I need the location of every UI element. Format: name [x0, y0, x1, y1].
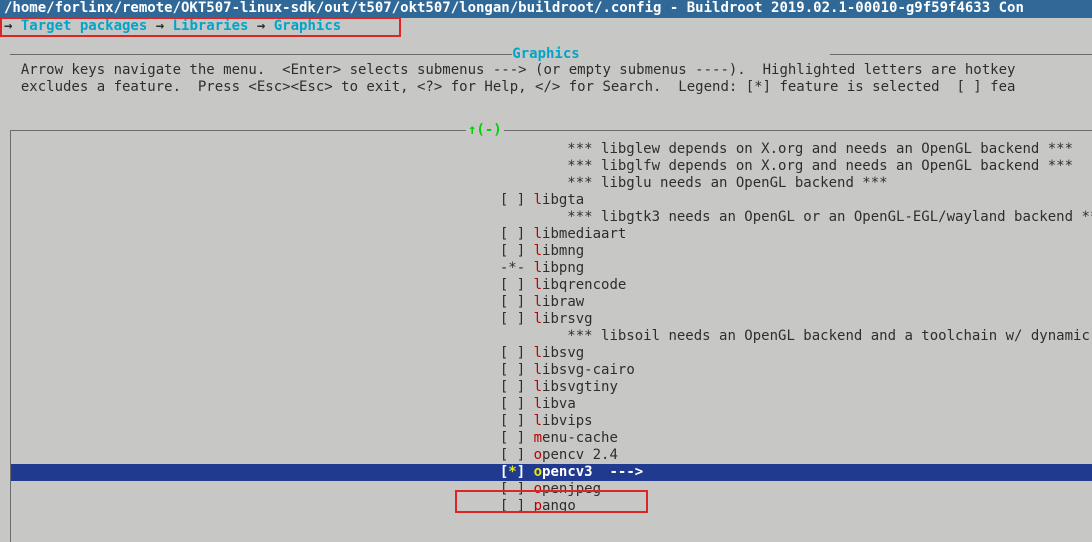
arrow-right-icon: → — [4, 18, 21, 34]
breadcrumb: → Target packages → Libraries → Graphics — [4, 18, 341, 35]
menu-list[interactable]: *** libglew depends on X.org and needs a… — [11, 141, 1092, 515]
scroll-up-indicator: ↑(-) — [466, 122, 504, 139]
menu-info-line: *** libsoil needs an OpenGL backend and … — [11, 328, 1092, 345]
breadcrumb-item: Target packages — [21, 18, 147, 34]
menu-info-line: *** libglfw depends on X.org and needs a… — [11, 158, 1092, 175]
menu-item[interactable]: [ ] librsvg — [11, 311, 1092, 328]
section-frame: Graphics Arrow keys navigate the menu. <… — [0, 46, 1092, 96]
section-title: Graphics — [0, 46, 1092, 63]
breadcrumb-item: Graphics — [274, 18, 341, 34]
breadcrumb-row: → Target packages → Libraries → Graphics — [0, 18, 1092, 36]
menu-content: ↑(-) *** libglew depends on X.org and ne… — [10, 130, 1092, 542]
window-titlebar: /home/forlinx/remote/OKT507-linux-sdk/ou… — [0, 0, 1092, 18]
menu-item[interactable]: [ ] libqrencode — [11, 277, 1092, 294]
menu-item[interactable]: [ ] libsvg — [11, 345, 1092, 362]
menu-item[interactable]: [ ] pango — [11, 498, 1092, 515]
breadcrumb-item: Libraries — [173, 18, 249, 34]
menu-item[interactable]: [*] opencv3 ---> — [11, 464, 1092, 481]
menu-item[interactable]: [ ] openjpeg — [11, 481, 1092, 498]
menu-item[interactable]: [ ] libvips — [11, 413, 1092, 430]
menu-item[interactable]: [ ] libraw — [11, 294, 1092, 311]
menu-item[interactable]: [ ] menu-cache — [11, 430, 1092, 447]
menu-item[interactable]: [ ] libva — [11, 396, 1092, 413]
help-line: Arrow keys navigate the menu. <Enter> se… — [4, 62, 1015, 78]
arrow-right-icon: → — [257, 18, 274, 34]
menu-item[interactable]: [ ] libgta — [11, 192, 1092, 209]
menu-item[interactable]: [ ] libsvg-cairo — [11, 362, 1092, 379]
menu-info-line: *** libgtk3 needs an OpenGL or an OpenGL… — [11, 209, 1092, 226]
menu-info-line: *** libglew depends on X.org and needs a… — [11, 141, 1092, 158]
menu-info-line: *** libglu needs an OpenGL backend *** — [11, 175, 1092, 192]
menu-item[interactable]: [ ] libmediaart — [11, 226, 1092, 243]
menu-item[interactable]: [ ] libmng — [11, 243, 1092, 260]
menu-item[interactable]: [ ] libsvgtiny — [11, 379, 1092, 396]
help-line: excludes a feature. Press <Esc><Esc> to … — [4, 79, 1015, 95]
arrow-right-icon: → — [156, 18, 173, 34]
menu-item[interactable]: -*- libpng — [11, 260, 1092, 277]
menu-item[interactable]: [ ] opencv 2.4 — [11, 447, 1092, 464]
